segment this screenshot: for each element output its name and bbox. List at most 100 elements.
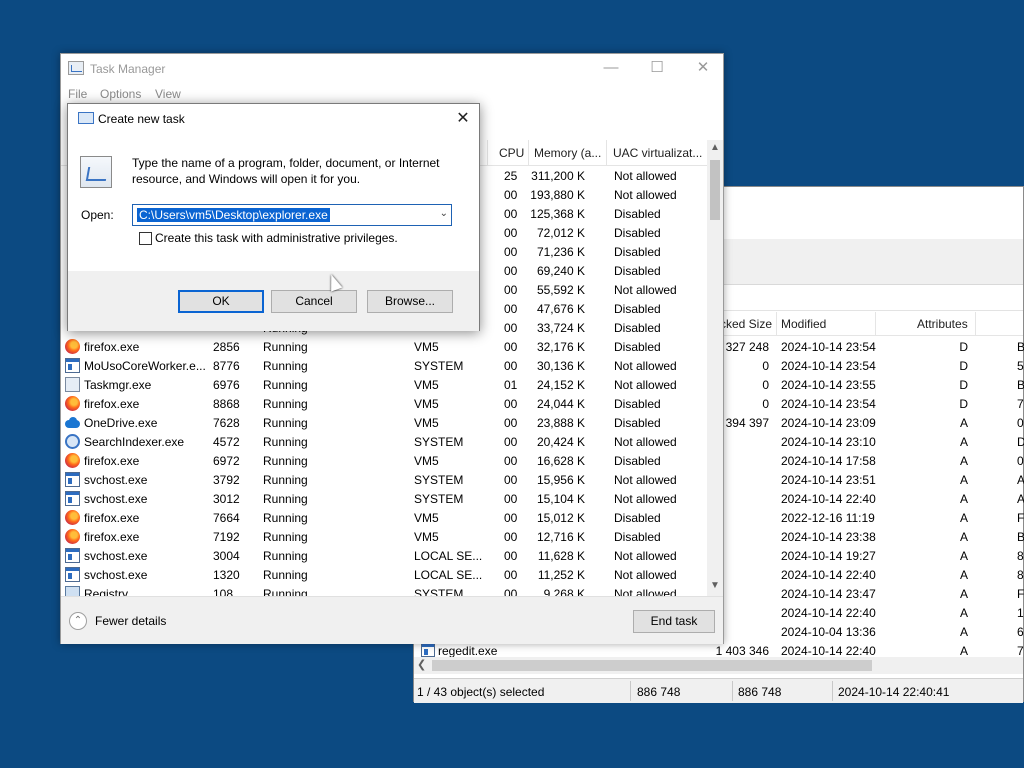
process-memory: 15,012 K <box>536 511 585 525</box>
process-uac: Disabled <box>614 264 661 278</box>
process-cpu: 00 <box>504 492 518 506</box>
process-uac: Not allowed <box>614 283 677 297</box>
process-name: firefox.exe <box>84 511 140 525</box>
menu-file[interactable]: File <box>68 87 87 101</box>
process-row[interactable]: firefox.exe 8868 Running VM5 00 24,044 K Disab… <box>61 394 707 413</box>
registry-icon <box>65 586 80 596</box>
maximize-button[interactable]: ☐ <box>634 54 680 84</box>
open-input-value[interactable]: C:\Users\vm5\Desktop\explorer.exe <box>137 208 330 222</box>
status-packed-size: 886 748 <box>738 685 782 699</box>
process-row[interactable]: MoUsoCoreWorker.e... 8776 Running SYSTEM 00 3… <box>61 356 707 375</box>
end-task-button[interactable]: End task <box>633 610 715 633</box>
file-attributes: A <box>959 473 968 487</box>
status-size: 886 748 <box>637 685 681 699</box>
task-manager-titlebar[interactable]: Task Manager — ☐ ✕ <box>61 54 723 84</box>
browse-button[interactable]: Browse... <box>367 290 453 313</box>
file-extra: 8 <box>1017 549 1024 563</box>
column-uac[interactable]: UAC virtualizat... <box>613 146 702 160</box>
scroll-left-icon[interactable]: ❮ <box>417 658 426 671</box>
process-status: Running <box>263 549 308 563</box>
process-name: firefox.exe <box>84 454 140 468</box>
process-cpu: 00 <box>504 245 518 259</box>
file-extra: A <box>1017 473 1024 487</box>
column-modified[interactable]: Modified <box>781 317 826 331</box>
process-name: firefox.exe <box>84 340 140 354</box>
chevron-down-icon[interactable]: ⌄ <box>440 208 448 219</box>
process-status: Running <box>263 416 308 430</box>
process-uac: Disabled <box>614 530 661 544</box>
file-extra: 5 <box>1017 359 1024 373</box>
process-row[interactable]: svchost.exe 1320 Running LOCAL SE... 00 11,25… <box>61 565 707 584</box>
process-row[interactable]: SearchIndexer.exe 4572 Running SYSTEM 00 20,4… <box>61 432 707 451</box>
file-name: regedit.exe <box>438 644 498 658</box>
column-cpu[interactable]: CPU <box>499 146 524 160</box>
horizontal-scrollbar[interactable]: ❮ <box>414 657 1023 674</box>
vertical-scrollbar[interactable]: ▲ ▼ <box>707 140 723 596</box>
process-uac: Not allowed <box>614 378 677 392</box>
process-uac: Disabled <box>614 207 661 221</box>
menu-view[interactable]: View <box>155 87 181 101</box>
process-memory: 20,424 K <box>536 435 585 449</box>
firefox-icon <box>65 339 80 354</box>
close-button[interactable]: ✕ <box>680 54 726 84</box>
scrollbar-thumb[interactable] <box>710 160 720 220</box>
process-uac: Disabled <box>614 340 661 354</box>
status-separator <box>732 681 733 701</box>
minimize-button[interactable]: — <box>588 54 634 84</box>
process-row[interactable]: svchost.exe 3004 Running LOCAL SE... 00 11,62… <box>61 546 707 565</box>
scroll-up-icon[interactable]: ▲ <box>710 142 720 153</box>
create-new-task-dialog[interactable]: Create new task ✕ Type the name of a pro… <box>67 103 480 331</box>
process-row[interactable]: firefox.exe 2856 Running VM5 00 32,176 K Disab… <box>61 337 707 356</box>
cancel-button[interactable]: Cancel <box>271 290 357 313</box>
process-row[interactable]: OneDrive.exe 7628 Running VM5 00 23,888 K Disa… <box>61 413 707 432</box>
process-user: VM5 <box>414 416 439 430</box>
dialog-title: Create new task <box>98 112 185 126</box>
column-separator <box>528 140 529 166</box>
menu-options[interactable]: Options <box>100 87 141 101</box>
process-user: VM5 <box>414 530 439 544</box>
process-row[interactable]: Taskmgr.exe 6976 Running VM5 01 24,152 K Not a… <box>61 375 707 394</box>
process-cpu: 00 <box>504 454 518 468</box>
column-memory[interactable]: Memory (a... <box>534 146 601 160</box>
process-cpu: 00 <box>504 302 518 316</box>
status-modified: 2024-10-14 22:40:41 <box>838 685 950 699</box>
process-uac: Not allowed <box>614 549 677 563</box>
scrollbar-thumb[interactable] <box>432 660 872 671</box>
dialog-titlebar[interactable]: Create new task ✕ <box>68 104 479 135</box>
open-combobox[interactable]: C:\Users\vm5\Desktop\explorer.exe ⌄ <box>132 204 452 226</box>
file-attributes: A <box>959 625 968 639</box>
checkbox-box[interactable] <box>139 232 152 245</box>
column-separator <box>975 312 976 336</box>
file-extra: B <box>1017 340 1024 354</box>
process-row[interactable]: svchost.exe 3012 Running SYSTEM 00 15,104 K No… <box>61 489 707 508</box>
process-row[interactable]: firefox.exe 6972 Running VM5 00 16,628 K Disab… <box>61 451 707 470</box>
file-extra: 7 <box>1017 644 1024 658</box>
process-name: firefox.exe <box>84 530 140 544</box>
chevron-up-icon: ⌃ <box>69 612 87 630</box>
process-cpu: 00 <box>504 321 518 335</box>
file-attributes: D <box>959 378 968 392</box>
process-row[interactable]: firefox.exe 7192 Running VM5 00 12,716 K Disab… <box>61 527 707 546</box>
column-packed-size[interactable]: cked Size <box>720 317 772 331</box>
process-name: SearchIndexer.exe <box>84 435 185 449</box>
process-status: Running <box>263 511 308 525</box>
ok-button[interactable]: OK <box>178 290 264 313</box>
file-modified: 2024-10-14 23:54 <box>781 340 876 354</box>
process-cpu: 00 <box>504 530 518 544</box>
dialog-close-button[interactable]: ✕ <box>447 104 479 135</box>
process-row[interactable]: svchost.exe 3792 Running SYSTEM 00 15,956 K No… <box>61 470 707 489</box>
process-uac: Not allowed <box>614 587 677 596</box>
onedrive-icon <box>65 415 80 430</box>
admin-privileges-label[interactable]: Create this task with administrative pri… <box>155 231 398 245</box>
file-modified: 2024-10-14 23:54 <box>781 359 876 373</box>
scroll-down-icon[interactable]: ▼ <box>710 580 720 591</box>
file-extra: 0 <box>1017 416 1024 430</box>
process-cpu: 00 <box>504 207 518 221</box>
column-attributes[interactable]: Attributes <box>917 317 968 331</box>
file-modified: 2024-10-14 17:58 <box>781 454 876 468</box>
process-status: Running <box>263 454 308 468</box>
process-row[interactable]: firefox.exe 7664 Running VM5 00 15,012 K Disab… <box>61 508 707 527</box>
process-row[interactable]: Registry 108 Running SYSTEM 00 9,268 K Not all… <box>61 584 707 596</box>
file-modified: 2024-10-14 22:40 <box>781 492 876 506</box>
open-label: Open: <box>81 208 114 222</box>
